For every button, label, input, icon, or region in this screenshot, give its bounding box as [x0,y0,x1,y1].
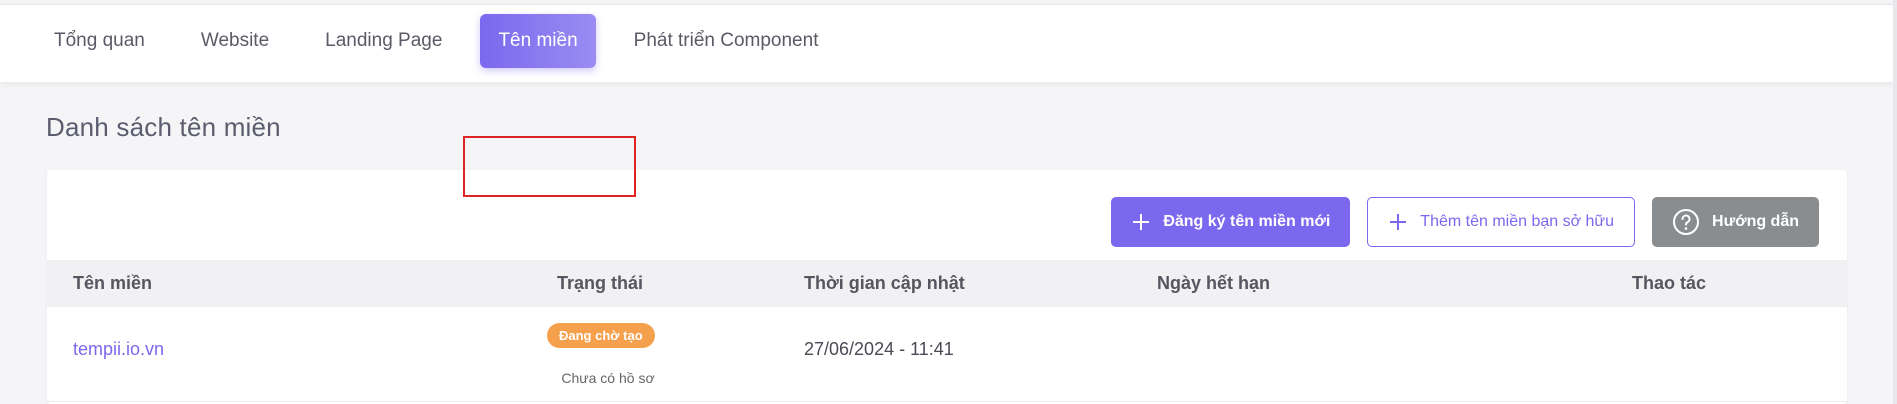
register-domain-label: Đăng ký tên miền mới [1163,213,1331,230]
guide-button[interactable]: Hướng dẫn [1652,197,1819,247]
question-circle-icon [1672,208,1700,236]
updated-time: 27/06/2024 - 11:41 [804,339,954,359]
domain-link[interactable]: tempii.io.vn [73,339,164,360]
plus-icon [1131,212,1151,232]
tab-list: Tổng quan Website Landing Page Tên miền … [36,14,856,68]
table-header: Tên miền Trạng thái Thời gian cập nhật N… [47,260,1847,307]
top-nav-bar: Tổng quan Website Landing Page Tên miền … [0,4,1893,82]
tab-domains[interactable]: Tên miền [480,14,596,68]
column-header-status: Trạng thái [557,273,644,293]
add-owned-domain-button[interactable]: Thêm tên miền bạn sở hữu [1367,197,1636,247]
status-badge: Đang chờ tạo [547,323,655,348]
guide-label: Hướng dẫn [1712,213,1799,230]
table-row: tempii.io.vn Đang chờ tạo Chưa có hồ sơ … [47,307,1847,402]
column-header-domain: Tên miền [73,273,153,293]
register-domain-button[interactable]: Đăng ký tên miền mới [1111,197,1351,247]
tab-component-dev[interactable]: Phát triển Component [616,14,837,68]
page-title: Danh sách tên miền [46,112,281,142]
column-header-updated: Thời gian cập nhật [804,273,965,293]
status-highlight-box [463,136,636,197]
action-toolbar: Đăng ký tên miền mới Thêm tên miền bạn s… [1111,197,1819,247]
tab-website[interactable]: Website [183,14,287,68]
plus-icon [1388,212,1408,232]
column-header-expiry: Ngày hết hạn [1157,273,1271,293]
domain-list-card: Đăng ký tên miền mới Thêm tên miền bạn s… [47,170,1847,404]
tab-overview[interactable]: Tổng quan [36,14,163,68]
scrollbar[interactable] [1893,0,1897,404]
tab-landing-page[interactable]: Landing Page [307,14,460,68]
column-header-actions: Thao tác [1632,273,1707,293]
add-owned-domain-label: Thêm tên miền bạn sở hữu [1420,213,1615,230]
status-note: Chưa có hồ sơ [561,370,655,386]
